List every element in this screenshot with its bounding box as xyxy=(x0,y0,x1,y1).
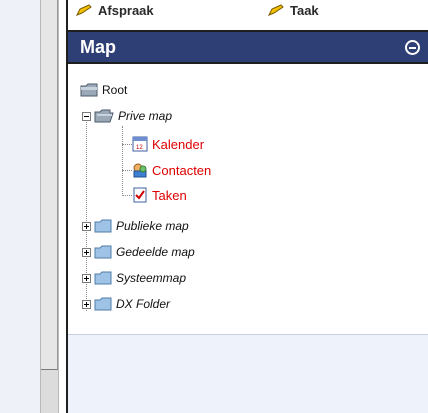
expand-toggle-icon[interactable] xyxy=(82,299,91,309)
folder-panel: Afspraak Taak Map Root Prive map 12 Kale… xyxy=(66,0,428,413)
new-task-button[interactable]: Taak xyxy=(268,0,319,22)
tree-node-label: Taken xyxy=(152,187,187,203)
new-appointment-button[interactable]: Afspraak xyxy=(76,0,154,22)
open-folder-icon xyxy=(94,109,114,123)
folder-icon xyxy=(94,271,112,285)
tree-node-label: Prive map xyxy=(118,109,173,123)
new-appointment-label: Afspraak xyxy=(98,2,154,18)
tree-node-root[interactable]: Root xyxy=(80,80,127,100)
tree-connector-line xyxy=(122,170,132,171)
tree-connector-line xyxy=(122,126,123,194)
tree-node-label: Publieke map xyxy=(116,219,189,233)
folder-icon xyxy=(94,219,112,233)
tree-connector-line xyxy=(122,195,132,196)
new-items-toolbar: Afspraak Taak xyxy=(68,0,428,32)
tree-node-label: Root xyxy=(102,83,128,97)
tree-node-system[interactable]: Systeemmap xyxy=(82,268,186,288)
folder-icon xyxy=(94,245,112,259)
tree-node-public[interactable]: Publieke map xyxy=(82,216,189,236)
tree-node-contacts[interactable]: Contacten xyxy=(132,160,211,180)
scrollbar-thumb[interactable] xyxy=(41,0,58,370)
tree-node-private[interactable]: Prive map xyxy=(82,106,172,126)
tree-node-shared[interactable]: Gedeelde map xyxy=(82,242,195,262)
folder-icon xyxy=(94,297,112,311)
tasks-icon xyxy=(133,187,147,203)
folder-tree: Root Prive map 12 Kalender Contacten Tak… xyxy=(68,66,428,334)
collapse-icon[interactable] xyxy=(405,39,420,55)
tree-node-calendar[interactable]: 12 Kalender xyxy=(132,134,204,154)
panel-header: Map xyxy=(68,32,428,64)
pencil-icon xyxy=(268,4,284,16)
expand-toggle-icon[interactable] xyxy=(82,247,91,257)
svg-text:12: 12 xyxy=(136,145,143,151)
tree-node-dx-folder[interactable]: DX Folder xyxy=(82,294,170,314)
left-background xyxy=(0,0,40,413)
folder-icon xyxy=(80,83,98,97)
tree-node-label: Systeemmap xyxy=(116,271,187,285)
pencil-icon xyxy=(76,4,92,16)
tree-node-label: Gedeelde map xyxy=(116,245,195,259)
tree-node-tasks[interactable]: Taken xyxy=(132,185,187,205)
expand-toggle-icon[interactable] xyxy=(82,221,91,231)
expand-toggle-icon[interactable] xyxy=(82,273,91,283)
calendar-icon: 12 xyxy=(132,136,148,152)
new-task-label: Taak xyxy=(290,2,319,18)
tree-node-label: Kalender xyxy=(152,136,205,152)
panel-empty-area xyxy=(68,334,428,413)
tree-node-label: Contacten xyxy=(152,162,212,178)
tree-node-label: DX Folder xyxy=(116,297,171,311)
tree-connector-line xyxy=(122,144,132,145)
panel-title: Map xyxy=(80,36,116,57)
contacts-icon xyxy=(133,163,147,178)
collapse-toggle-icon[interactable] xyxy=(82,111,91,121)
